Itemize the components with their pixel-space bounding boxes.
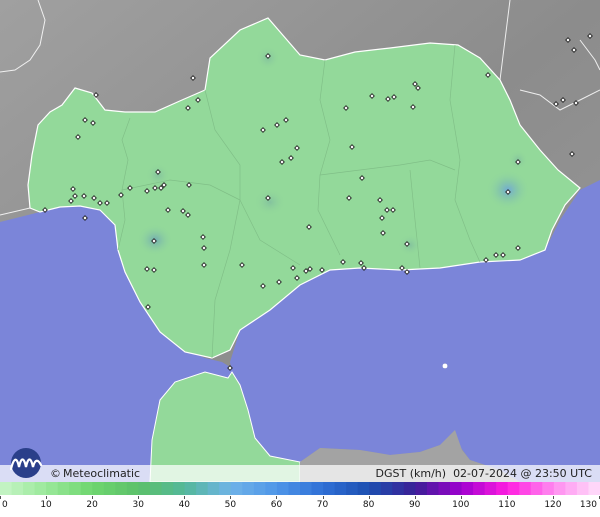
- legend-swatch: [542, 482, 555, 495]
- legend-tick-label: 120: [544, 500, 562, 510]
- legend-swatch: [507, 482, 520, 495]
- legend-tick-label: 40: [178, 500, 191, 510]
- legend-swatch: [207, 482, 220, 495]
- legend-swatch: [161, 482, 174, 495]
- legend-swatch: [80, 482, 93, 495]
- legend-swatch: [150, 482, 163, 495]
- brand-name: Meteoclimatic: [63, 467, 141, 480]
- legend-tick-mark: [460, 496, 462, 499]
- legend-swatch: [323, 482, 336, 495]
- legend-swatch: [426, 482, 440, 495]
- legend-swatch: [11, 482, 24, 495]
- legend-swatch: [576, 482, 590, 495]
- variable-label: DGST (km/h): [375, 467, 447, 480]
- legend-swatch: [46, 482, 59, 495]
- legend-color-bar: [0, 482, 600, 495]
- legend-swatch: [392, 482, 405, 495]
- legend-swatch: [496, 482, 509, 495]
- legend-swatch: [553, 482, 566, 495]
- legend-tick-mark: [138, 496, 140, 499]
- legend-tick-mark: [184, 496, 186, 499]
- legend-swatch: [565, 482, 578, 495]
- legend-swatch: [588, 482, 600, 495]
- weather-map-screen: © Meteoclimatic DGST (km/h) 02-07-2024 @ …: [0, 0, 600, 517]
- legend-swatch: [103, 482, 116, 495]
- legend-tick-label: 50: [224, 500, 237, 510]
- legend-tick-mark: [414, 496, 416, 499]
- legend-swatch: [311, 482, 324, 495]
- legend-swatch: [369, 482, 382, 495]
- brand-credit: © Meteoclimatic: [50, 467, 140, 480]
- island-marker: [442, 363, 448, 369]
- legend-tick-mark: [506, 496, 508, 499]
- timestamp-label: 02-07-2024 @ 23:50 UTC: [453, 467, 592, 480]
- legend-swatch: [230, 482, 243, 495]
- legend-tick-mark: [46, 496, 48, 499]
- legend-swatch: [484, 482, 497, 495]
- legend-swatch: [92, 482, 105, 495]
- legend-tick-label: 130: [579, 500, 597, 510]
- meteoclimatic-wave-logo-icon: [9, 448, 43, 478]
- legend-swatch: [184, 482, 197, 495]
- legend-tick-label: 80: [362, 500, 375, 510]
- legend-swatch: [519, 482, 532, 495]
- legend-swatch: [380, 482, 393, 495]
- legend-tick-mark: [0, 496, 1, 499]
- gust-map: [0, 0, 600, 482]
- legend-swatch: [288, 482, 301, 495]
- gust-hotspot-malaga: [254, 188, 286, 216]
- legend-swatch: [219, 482, 232, 495]
- legend-swatch: [438, 482, 451, 495]
- legend-swatch: [265, 482, 278, 495]
- legend-ticks: 0 10 20 30 40 50 60 70 80 90 100 110 120 130: [0, 496, 600, 516]
- legend-swatch: [253, 482, 266, 495]
- legend-tick-label: 0: [2, 500, 8, 510]
- legend-tick-mark: [276, 496, 278, 499]
- legend-swatch: [300, 482, 313, 495]
- legend-tick-mark: [322, 496, 324, 499]
- legend-swatch: [276, 482, 290, 495]
- legend-tick-label: 20: [86, 500, 98, 510]
- product-label: DGST (km/h) 02-07-2024 @ 23:50 UTC: [376, 467, 592, 480]
- legend-swatch: [415, 482, 428, 495]
- legend-swatch: [23, 482, 36, 495]
- legend-swatch: [115, 482, 128, 495]
- legend-tick-label: 100: [452, 500, 470, 510]
- legend-swatch: [450, 482, 463, 495]
- legend-tick-label: 10: [40, 500, 52, 510]
- legend-swatch: [473, 482, 486, 495]
- legend-swatch: [34, 482, 47, 495]
- legend-swatch: [173, 482, 186, 495]
- legend-swatch: [346, 482, 359, 495]
- legend-tick-label: 30: [132, 500, 144, 510]
- legend-tick-mark: [230, 496, 232, 499]
- legend-tick-label: 60: [270, 500, 283, 510]
- legend-tick-mark: [92, 496, 94, 499]
- legend-tick-label: 90: [408, 500, 421, 510]
- legend-swatch: [403, 482, 416, 495]
- legend-swatch: [242, 482, 255, 495]
- copyright-symbol: ©: [50, 467, 61, 480]
- legend-swatch: [69, 482, 82, 495]
- legend-tick-mark: [552, 496, 554, 499]
- legend-swatch: [57, 482, 70, 495]
- legend-tick-label: 110: [498, 500, 516, 510]
- legend-tick-label: 70: [316, 500, 329, 510]
- legend-swatch: [126, 482, 140, 495]
- legend-swatch: [0, 482, 13, 495]
- legend-swatch: [196, 482, 209, 495]
- legend-swatch: [461, 482, 474, 495]
- legend-swatch: [357, 482, 370, 495]
- legend-swatch: [530, 482, 543, 495]
- legend-swatch: [138, 482, 151, 495]
- legend-swatch: [334, 482, 347, 495]
- color-legend: 0 10 20 30 40 50 60 70 80 90 100 110 120 130: [0, 482, 600, 517]
- legend-tick-mark: [368, 496, 370, 499]
